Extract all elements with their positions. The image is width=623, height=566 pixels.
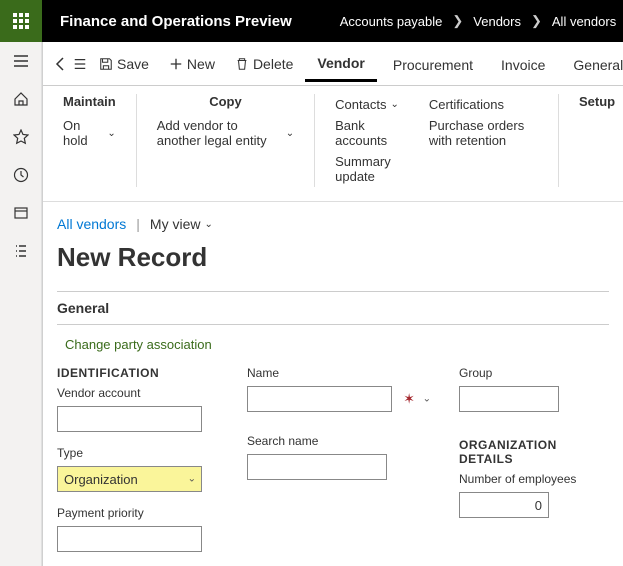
chevron-right-icon: ❯ xyxy=(452,13,463,29)
chevron-down-icon: ⌄ xyxy=(107,128,115,139)
bank-accounts-button[interactable]: Bank accounts xyxy=(335,115,399,151)
type-label: Type xyxy=(57,446,207,460)
group-label: Group xyxy=(459,366,609,380)
tab-vendor[interactable]: Vendor xyxy=(305,45,376,82)
trash-icon xyxy=(235,57,249,71)
num-employees-label: Number of employees xyxy=(459,472,609,486)
name-input[interactable] xyxy=(247,386,392,412)
new-button[interactable]: New xyxy=(161,52,223,76)
required-icon: ✶ xyxy=(403,391,415,408)
ribbon-group-copy: Copy Add vendor to another legal entity … xyxy=(137,94,315,187)
plus-icon xyxy=(169,57,183,71)
identification-label: IDENTIFICATION xyxy=(57,366,207,380)
clock-icon[interactable] xyxy=(12,166,30,184)
view-bar: All vendors | My view ⌄ xyxy=(43,202,623,238)
tab-invoice[interactable]: Invoice xyxy=(489,47,557,81)
chevron-down-icon: ⌄ xyxy=(204,219,212,230)
workspace-icon[interactable] xyxy=(12,204,30,222)
vendor-account-input[interactable] xyxy=(57,406,202,432)
home-icon[interactable] xyxy=(12,90,30,108)
all-vendors-link[interactable]: All vendors xyxy=(57,216,126,232)
delete-label: Delete xyxy=(253,56,293,72)
ribbon-header: Maintain xyxy=(63,94,116,109)
purchase-orders-button[interactable]: Purchase orders with retention xyxy=(429,115,538,151)
save-icon xyxy=(99,57,113,71)
list-toggle-button[interactable] xyxy=(73,51,87,77)
back-button[interactable] xyxy=(53,51,69,77)
ribbon-header: Copy xyxy=(157,94,294,109)
app-launcher-button[interactable] xyxy=(0,0,42,42)
action-bar: Save New Delete Vendor Procurement Invoi… xyxy=(43,42,623,86)
search-name-input[interactable] xyxy=(247,454,387,480)
ribbon-group-setup: Setup xyxy=(559,94,623,187)
vendor-account-label: Vendor account xyxy=(57,386,207,400)
page-title: New Record xyxy=(43,238,623,291)
certifications-button[interactable]: Certifications xyxy=(429,94,538,115)
left-nav-rail xyxy=(0,42,42,566)
ribbon-group-related: Contacts ⌄ Bank accounts Summary update … xyxy=(315,94,559,187)
breadcrumb-item[interactable]: Vendors xyxy=(473,14,521,29)
tab-general[interactable]: General xyxy=(561,47,623,81)
group-input[interactable] xyxy=(459,386,559,412)
section-header[interactable]: General xyxy=(57,291,609,324)
save-button[interactable]: Save xyxy=(91,52,157,76)
ribbon-header: Setup xyxy=(579,94,603,109)
chevron-down-icon: ⌄ xyxy=(423,394,431,405)
payment-priority-input[interactable] xyxy=(57,526,202,552)
payment-priority-label: Payment priority xyxy=(57,506,207,520)
separator: | xyxy=(136,216,140,232)
chevron-down-icon: ⌄ xyxy=(286,128,294,139)
breadcrumb: Accounts payable ❯ Vendors ❯ All vendors xyxy=(310,13,616,29)
delete-button[interactable]: Delete xyxy=(227,52,301,76)
num-employees-input[interactable] xyxy=(459,492,549,518)
on-hold-button[interactable]: On hold ⌄ xyxy=(63,115,116,151)
change-party-link[interactable]: Change party association xyxy=(57,335,609,366)
ribbon-group-maintain: Maintain On hold ⌄ xyxy=(43,94,137,187)
list-icon[interactable] xyxy=(12,242,30,260)
ribbon: Maintain On hold ⌄ Copy Add vendor to an… xyxy=(43,86,623,202)
section-general: General Change party association IDENTIF… xyxy=(57,291,609,562)
app-title: Finance and Operations Preview xyxy=(42,13,310,30)
chevron-down-icon: ⌄ xyxy=(390,99,398,110)
my-view-dropdown[interactable]: My view ⌄ xyxy=(150,216,213,232)
breadcrumb-item[interactable]: Accounts payable xyxy=(340,14,443,29)
save-label: Save xyxy=(117,56,149,72)
breadcrumb-item[interactable]: All vendors xyxy=(552,14,616,29)
waffle-icon xyxy=(13,13,29,29)
tab-procurement[interactable]: Procurement xyxy=(381,47,485,81)
type-select[interactable]: Organization xyxy=(57,466,202,492)
add-vendor-entity-button[interactable]: Add vendor to another legal entity ⌄ xyxy=(157,115,294,151)
star-icon[interactable] xyxy=(12,128,30,146)
chevron-right-icon: ❯ xyxy=(531,13,542,29)
org-details-label: ORGANIZATION DETAILS xyxy=(459,438,609,466)
hamburger-icon[interactable] xyxy=(12,52,30,70)
search-name-label: Search name xyxy=(247,434,419,448)
top-bar: Finance and Operations Preview Accounts … xyxy=(0,0,623,42)
contacts-button[interactable]: Contacts ⌄ xyxy=(335,94,399,115)
new-label: New xyxy=(187,56,215,72)
summary-update-button[interactable]: Summary update xyxy=(335,151,399,187)
name-label: Name xyxy=(247,366,419,380)
